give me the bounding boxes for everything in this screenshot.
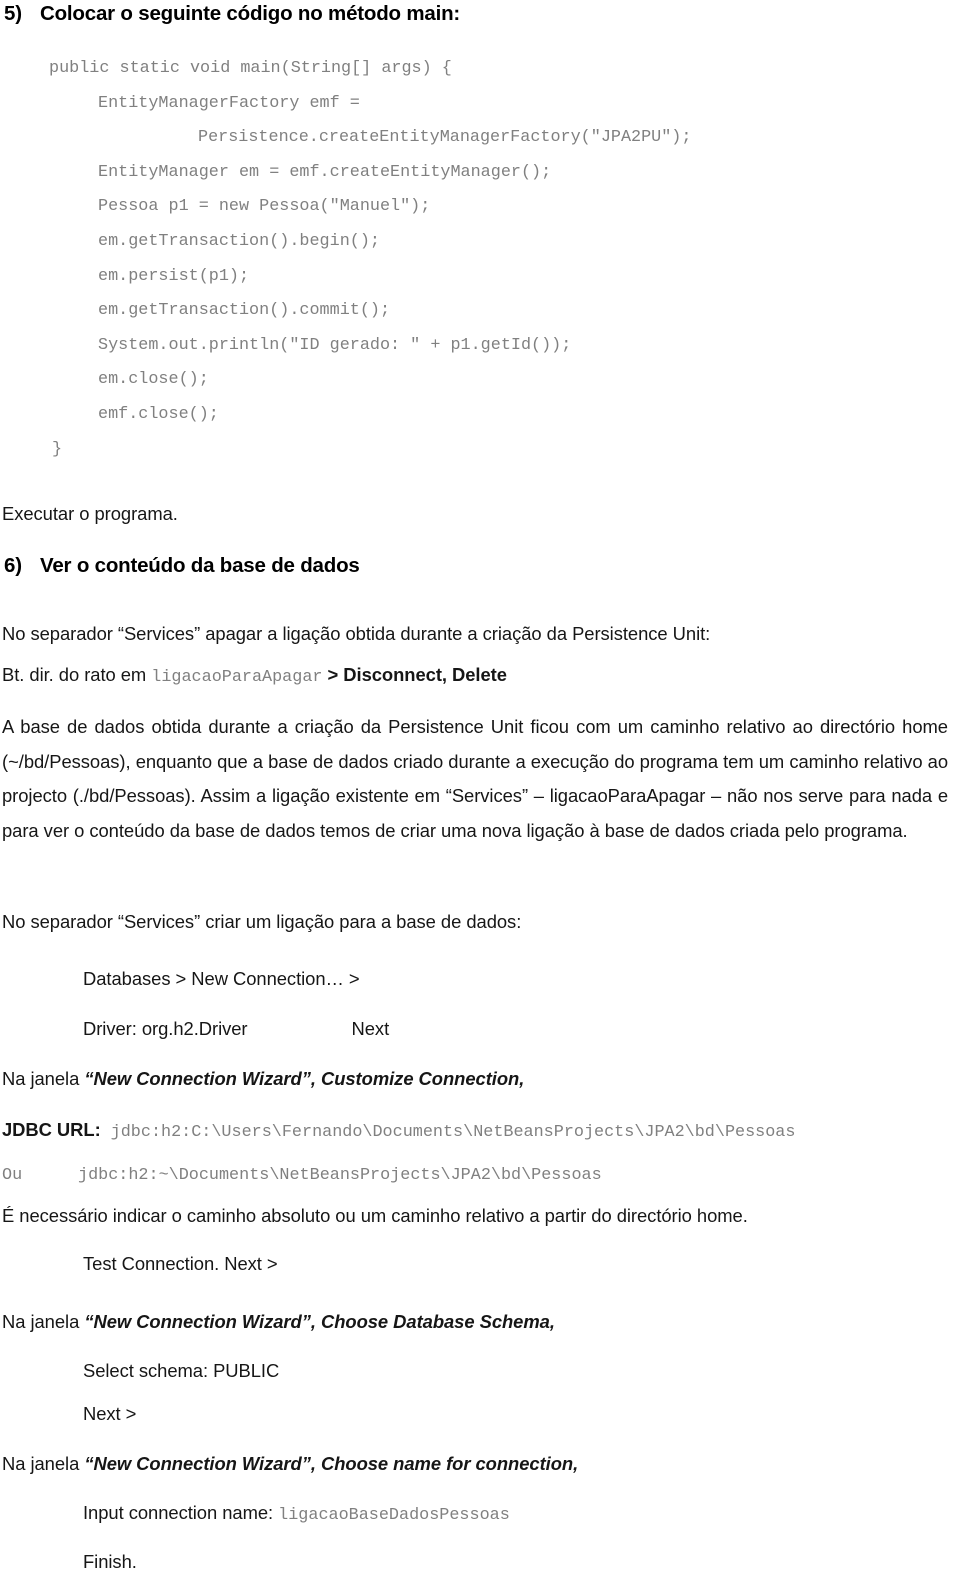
input-connection-name-value[interactable]: ligacaoBaseDadosPessoas [278,1506,510,1525]
wizard-choose-name-line: Na janela “New Connection Wizard”, Choos… [2,1447,932,1482]
code-line: } [52,439,63,459]
right-click-menu-path: > Disconnect, Delete [322,664,507,685]
code-line: Persistence.createEntityManagerFactory("… [198,128,692,148]
java-code-block: public static void main(String[] args) {… [0,52,960,467]
explanation-paragraph: A base de dados obtida durante a criação… [2,716,948,841]
code-line: System.out.println("ID gerado: " + p1.ge… [98,335,572,355]
alternative-label: Ou [2,1166,23,1185]
section-title-5: Colocar o seguinte código no método main… [40,2,461,25]
wizard-customize-connection-line: Na janela “New Connection Wizard”, Custo… [2,1062,932,1097]
code-line: Pessoa p1 = new Pessoa("Manuel"); [98,197,431,217]
services-delete-intro: No separador “Services” apagar a ligação… [2,623,711,644]
wizard-prefix: Na janela [2,1311,85,1332]
next-step-button[interactable]: Next > [83,1397,783,1432]
jdbc-url-line: JDBC URL: jdbc:h2:C:\Users\Fernando\Docum… [2,1113,960,1151]
input-connection-name-line: Input connection name: ligacaoBaseDadosP… [83,1496,883,1534]
jdbc-url-alternative-value: jdbc:h2:~\Documents\NetBeansProjects\JPA… [78,1166,602,1185]
select-schema-line[interactable]: Select schema: PUBLIC [83,1354,783,1389]
next-button-label[interactable]: Next [352,1018,390,1039]
finish-button-label[interactable]: Finish. [83,1545,483,1578]
run-program-instruction: Executar o programa. [2,503,178,524]
right-click-prefix: Bt. dir. do rato em [2,664,152,685]
code-line: em.getTransaction().commit(); [98,301,391,321]
driver-label: Driver: org.h2.Driver [83,1018,248,1039]
input-connection-name-label: Input connection name: [83,1502,279,1523]
document-page: 5) Colocar o seguinte código no método m… [0,0,960,1578]
code-line: em.close(); [98,370,209,390]
code-line: EntityManagerFactory emf = [98,93,360,113]
wizard-prefix: Na janela [2,1453,85,1474]
jdbc-url-label: JDBC URL: [2,1119,101,1140]
absolute-path-note: É necessário indicar o caminho absoluto … [2,1205,748,1226]
services-create-intro: No separador “Services” criar um ligação… [2,911,522,932]
driver-selection-line: Driver: org.h2.Driver Next [83,1012,883,1047]
section-number-5: 5) [4,2,22,25]
code-line: emf.close(); [98,404,219,424]
code-line: em.getTransaction().begin(); [98,231,380,251]
section-heading-6: 6) Ver o conteúdo da base de dados [4,554,944,578]
databases-new-connection-path: Databases > New Connection… > [83,968,360,989]
jdbc-url-alternative-line: Ou jdbc:h2:~\Documents\NetBeansProjects\J… [2,1156,932,1194]
connection-name-code: ligacaoParaApagar [151,668,323,687]
wizard-window-name: “New Connection Wizard”, Choose name for… [84,1453,579,1474]
code-line: public static void main(String[] args) { [49,59,452,78]
section-heading-5: 5) Colocar o seguinte código no método m… [4,2,944,26]
code-line: EntityManager em = emf.createEntityManag… [98,162,552,182]
section-number-6: 6) [4,554,22,577]
right-click-instruction: Bt. dir. do rato em ligacaoParaApagar > … [2,658,932,696]
test-connection-line[interactable]: Test Connection. Next > [83,1247,783,1282]
wizard-choose-schema-line: Na janela “New Connection Wizard”, Choos… [2,1305,932,1340]
wizard-window-name: “New Connection Wizard”, Customize Conne… [84,1068,525,1089]
code-line: em.persist(p1); [98,266,250,286]
wizard-prefix: Na janela [2,1068,85,1089]
section-title-6: Ver o conteúdo da base de dados [40,554,360,577]
jdbc-url-value: jdbc:h2:C:\Users\Fernando\Documents\NetB… [110,1123,796,1142]
wizard-window-name: “New Connection Wizard”, Choose Database… [84,1311,555,1332]
